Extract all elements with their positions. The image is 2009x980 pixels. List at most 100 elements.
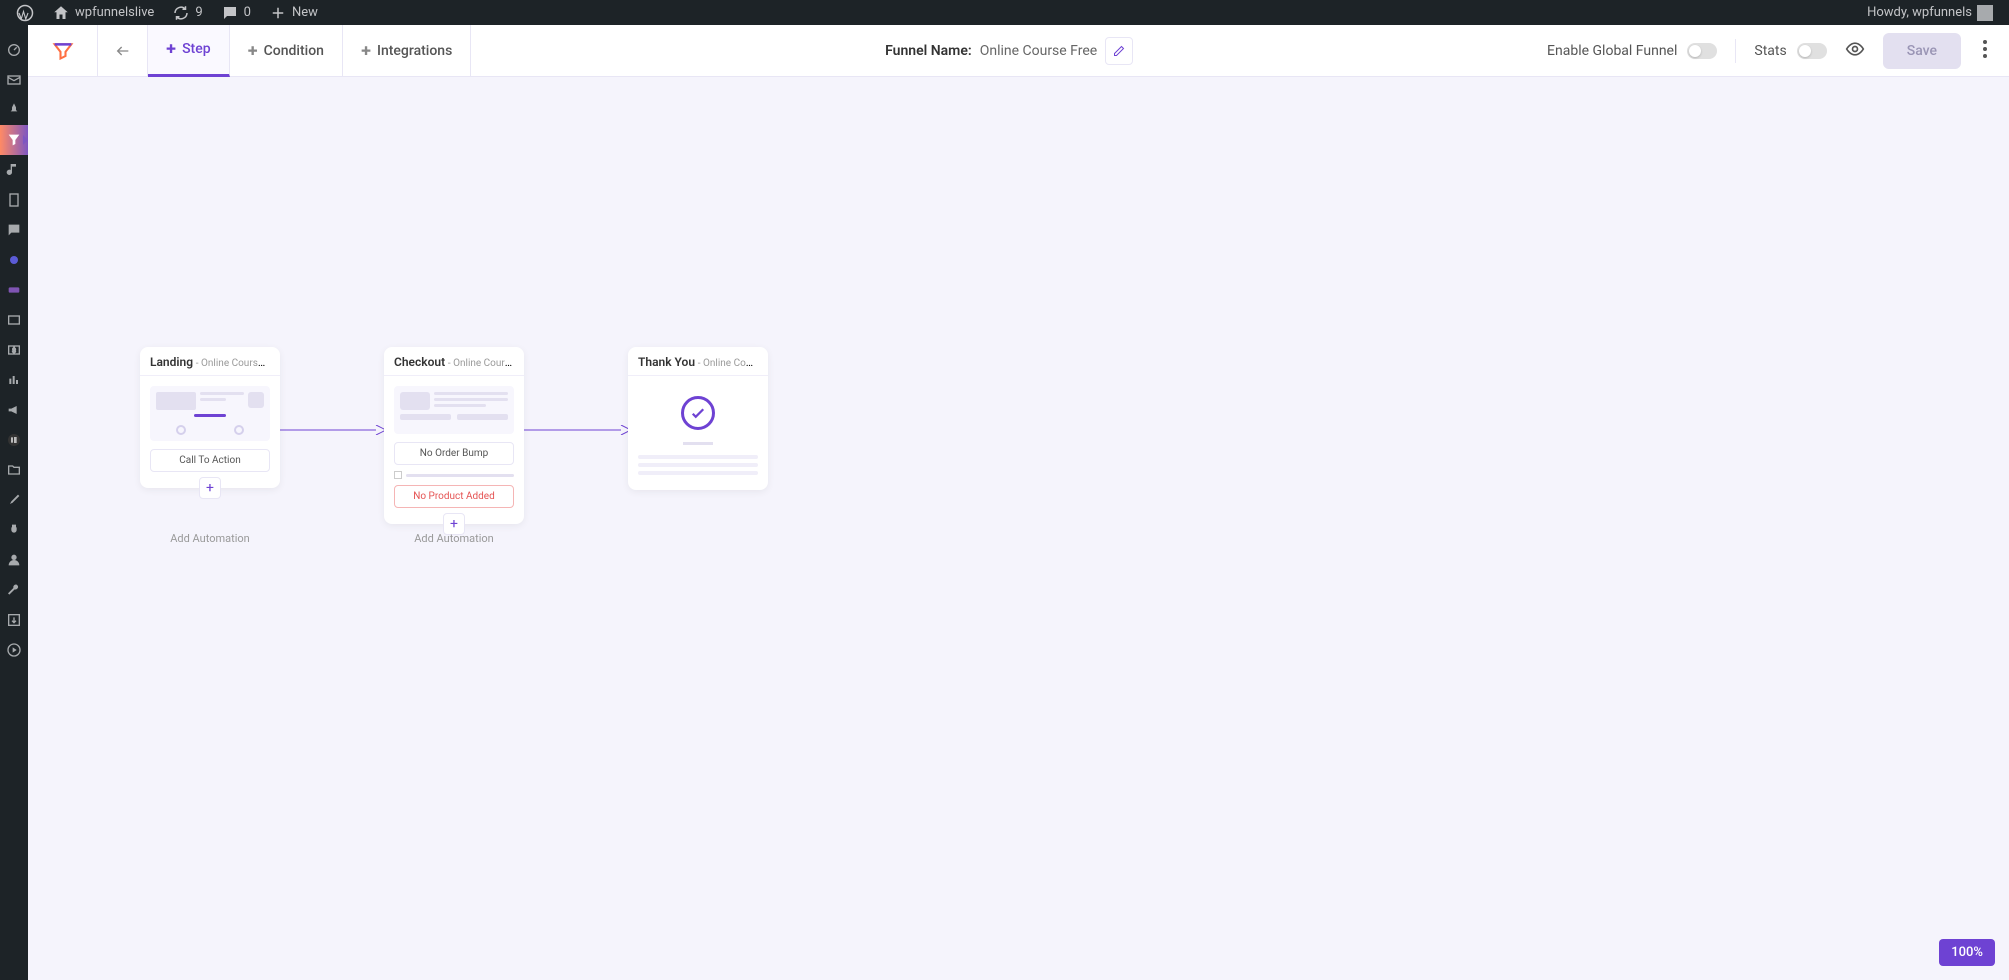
sidebar-wpfunnels[interactable]	[0, 125, 28, 155]
funnel-icon	[6, 132, 22, 148]
node-thankyou[interactable]: Thank You - Online Course ...	[628, 347, 768, 490]
node-header: Thank You - Online Course ...	[628, 347, 768, 376]
sidebar-import[interactable]	[0, 605, 28, 635]
sidebar-analytics[interactable]	[0, 365, 28, 395]
enable-global-toggle[interactable]	[1687, 43, 1717, 59]
node-preview	[628, 376, 768, 490]
new-content-link[interactable]: New	[261, 4, 326, 22]
sidebar-comments[interactable]	[0, 215, 28, 245]
svg-text:$: $	[12, 347, 16, 355]
wp-admin-sidebar: $	[0, 25, 28, 980]
pencil-icon	[1113, 45, 1125, 57]
sidebar-templates[interactable]	[0, 455, 28, 485]
save-button[interactable]: Save	[1883, 33, 1961, 69]
divider	[1735, 39, 1736, 63]
wrench-icon	[6, 582, 22, 598]
node-subtitle: - Online Course ...	[698, 356, 768, 369]
tab-step[interactable]: ✚ Step	[148, 25, 230, 77]
stats-label: Stats	[1754, 43, 1786, 59]
wpfunnels-logo[interactable]	[28, 25, 98, 77]
sidebar-tools[interactable]	[0, 575, 28, 605]
sidebar-dashboard[interactable]	[0, 35, 28, 65]
node-preview	[150, 386, 270, 441]
sidebar-woo[interactable]	[0, 275, 28, 305]
checkmark-icon	[681, 396, 715, 430]
page-icon	[6, 192, 22, 208]
woo-icon	[6, 282, 22, 298]
chart-icon	[6, 372, 22, 388]
node-subtitle: - Online Course ...	[448, 356, 524, 369]
sidebar-plugins[interactable]	[0, 515, 28, 545]
connector-arrow	[523, 425, 631, 435]
plus-icon: ✚	[361, 44, 371, 58]
sidebar-payments[interactable]: $	[0, 335, 28, 365]
funnel-toolbar: ✚ Step ✚ Condition ✚ Integrations Funnel…	[28, 25, 2009, 77]
call-to-action-button[interactable]: Call To Action	[150, 449, 270, 472]
tab-integrations[interactable]: ✚ Integrations	[343, 25, 471, 77]
megaphone-icon	[6, 402, 22, 418]
add-automation-link[interactable]: Add Automation	[140, 532, 280, 545]
elementor-icon	[6, 432, 22, 448]
arrow-left-icon	[113, 43, 133, 59]
node-landing[interactable]: Landing - Online Course ... Call To Acti…	[140, 347, 280, 488]
tab-label: Integrations	[377, 43, 452, 59]
sidebar-mail[interactable]	[0, 65, 28, 95]
enable-global-label: Enable Global Funnel	[1547, 43, 1677, 59]
import-icon	[6, 612, 22, 628]
funnel-canvas[interactable]: Landing - Online Course ... Call To Acti…	[28, 77, 2009, 980]
plus-icon: ✚	[166, 42, 176, 56]
tab-condition[interactable]: ✚ Condition	[230, 25, 343, 77]
plus-icon: ✚	[248, 44, 258, 58]
zoom-level-badge[interactable]: 100%	[1939, 939, 1995, 966]
stats-toggle[interactable]	[1797, 43, 1827, 59]
sidebar-box[interactable]	[0, 305, 28, 335]
dashboard-icon	[6, 42, 22, 58]
wp-admin-bar: wpfunnelslive 9 0 New Howdy, wpfunnels	[0, 0, 2009, 25]
sidebar-appearance[interactable]	[0, 485, 28, 515]
comments-link[interactable]: 0	[213, 4, 259, 22]
node-subtitle: - Online Course ...	[196, 356, 274, 369]
add-step-button[interactable]: +	[199, 477, 221, 499]
sidebar-users[interactable]	[0, 545, 28, 575]
sidebar-pin[interactable]	[0, 95, 28, 125]
folder-icon	[6, 462, 22, 478]
pin-icon	[6, 102, 22, 118]
sidebar-settings[interactable]	[0, 635, 28, 665]
node-header: Checkout - Online Course ...	[384, 347, 524, 376]
sidebar-plugin-1[interactable]	[0, 245, 28, 275]
media-icon	[6, 162, 22, 178]
sidebar-elementor[interactable]	[0, 425, 28, 455]
node-preview	[394, 386, 514, 434]
no-order-bump-button[interactable]: No Order Bump	[394, 442, 514, 465]
node-checkout[interactable]: Checkout - Online Course ...	[384, 347, 524, 524]
site-home-link[interactable]: wpfunnelslive	[44, 4, 162, 22]
back-button[interactable]	[98, 25, 148, 77]
node-title: Thank You	[638, 355, 695, 369]
sidebar-pages[interactable]	[0, 185, 28, 215]
greeting-text: Howdy, wpfunnels	[1867, 5, 1972, 20]
box-icon	[6, 312, 22, 328]
dots-vertical-icon	[1983, 40, 1987, 58]
wp-logo-menu[interactable]	[8, 4, 42, 22]
user-icon	[6, 552, 22, 568]
sidebar-media[interactable]	[0, 155, 28, 185]
wordpress-icon	[16, 4, 34, 22]
mail-icon	[6, 72, 22, 88]
brush-icon	[6, 492, 22, 508]
site-name: wpfunnelslive	[75, 5, 154, 20]
node-title: Landing	[150, 355, 193, 369]
updates-link[interactable]: 9	[164, 4, 210, 22]
user-greeting[interactable]: Howdy, wpfunnels	[1859, 5, 2001, 21]
tab-label: Step	[182, 41, 211, 57]
no-product-added-button[interactable]: No Product Added	[394, 485, 514, 508]
tab-label: Condition	[264, 43, 324, 59]
preview-button[interactable]	[1845, 39, 1865, 63]
funnel-name-value: Online Course Free	[980, 43, 1098, 59]
edit-name-button[interactable]	[1105, 37, 1133, 65]
connector-arrow	[278, 425, 386, 435]
node-header: Landing - Online Course ...	[140, 347, 280, 376]
add-automation-link[interactable]: Add Automation	[384, 532, 524, 545]
sidebar-marketing[interactable]	[0, 395, 28, 425]
node-title: Checkout	[394, 355, 445, 369]
more-options-button[interactable]	[1979, 36, 1991, 66]
